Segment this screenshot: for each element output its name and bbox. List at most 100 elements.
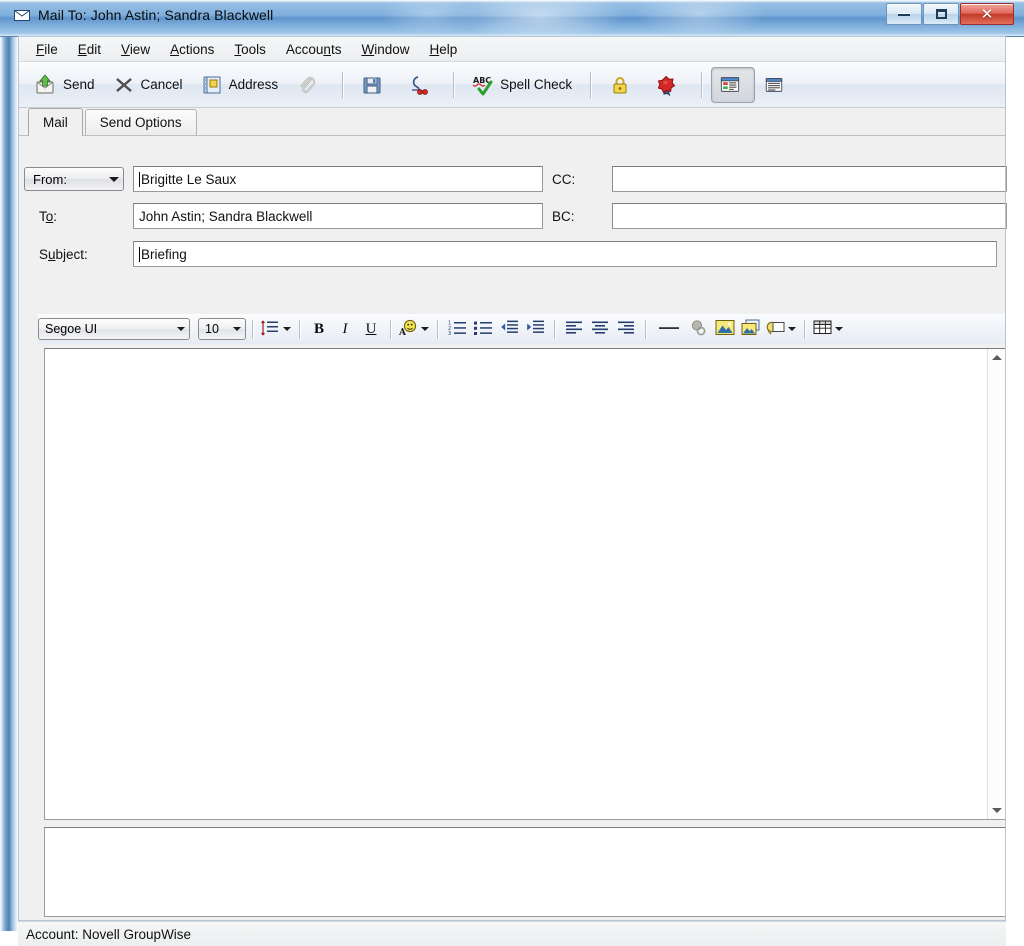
insert-image-button[interactable] bbox=[712, 316, 738, 342]
address-button-label: Address bbox=[228, 77, 279, 92]
font-family-combo[interactable]: Segoe UI bbox=[38, 318, 190, 340]
address-book-icon bbox=[201, 74, 223, 96]
cancel-button[interactable]: Cancel bbox=[104, 67, 192, 103]
chevron-down-icon bbox=[109, 176, 119, 182]
encrypt-button[interactable] bbox=[600, 67, 646, 103]
from-combo[interactable]: From: bbox=[24, 167, 124, 191]
format-separator-1 bbox=[252, 319, 253, 339]
chevron-down-icon bbox=[177, 327, 185, 331]
horizontal-line-icon bbox=[658, 320, 680, 339]
format-separator-7 bbox=[804, 319, 805, 339]
font-color-button[interactable]: A bbox=[397, 316, 431, 342]
envelope-icon bbox=[14, 9, 30, 21]
line-spacing-button[interactable] bbox=[259, 316, 293, 342]
menu-item-accounts[interactable]: Accounts bbox=[276, 38, 352, 60]
align-right-icon bbox=[617, 320, 635, 339]
menu-item-file[interactable]: File bbox=[26, 38, 68, 60]
minimize-button[interactable] bbox=[886, 3, 922, 25]
signature-icon bbox=[407, 74, 429, 96]
digital-sign-button[interactable] bbox=[646, 67, 692, 103]
maximize-button[interactable] bbox=[923, 3, 959, 25]
menu-item-view[interactable]: View bbox=[111, 38, 160, 60]
align-left-button[interactable] bbox=[561, 316, 587, 342]
from-combo-label: From: bbox=[33, 171, 67, 187]
subject-input[interactable]: Briefing bbox=[133, 241, 997, 267]
decrease-indent-icon bbox=[500, 319, 519, 339]
to-input[interactable]: John Astin; Sandra Blackwell bbox=[133, 203, 543, 229]
paperclip-icon bbox=[296, 74, 318, 96]
image-properties-button[interactable] bbox=[738, 316, 764, 342]
save-draft-button[interactable] bbox=[352, 67, 398, 103]
menu-item-help[interactable]: Help bbox=[419, 38, 467, 60]
text-wrap-button[interactable] bbox=[764, 316, 798, 342]
tab-strip: Mail Send Options bbox=[18, 108, 1006, 136]
align-center-button[interactable] bbox=[587, 316, 613, 342]
italic-button[interactable]: I bbox=[332, 316, 358, 342]
numbered-list-button[interactable]: 1 2 3 bbox=[444, 316, 470, 342]
attach-file-button[interactable] bbox=[287, 67, 333, 103]
title-bar[interactable]: Mail To: John Astin; Sandra Blackwell ✕ bbox=[0, 0, 1024, 37]
bc-input[interactable] bbox=[612, 203, 1007, 229]
chevron-down-icon bbox=[233, 327, 241, 331]
cc-input[interactable] bbox=[612, 166, 1007, 192]
close-icon: ✕ bbox=[980, 4, 994, 23]
view-html-button[interactable] bbox=[711, 66, 756, 103]
floppy-save-icon bbox=[361, 74, 383, 96]
send-button[interactable]: Send bbox=[26, 67, 104, 103]
tab-mail[interactable]: Mail bbox=[28, 108, 83, 136]
from-row: From: Brigitte Le Saux CC: bbox=[24, 166, 1007, 192]
svg-text:3: 3 bbox=[448, 331, 451, 336]
italic-label: I bbox=[342, 320, 348, 337]
chevron-down-icon bbox=[283, 327, 291, 331]
tab-send-options[interactable]: Send Options bbox=[84, 109, 197, 135]
toolbar-separator-3 bbox=[590, 71, 592, 98]
align-right-button[interactable] bbox=[613, 316, 639, 342]
to-row: To: John Astin; Sandra Blackwell BC: bbox=[24, 203, 1007, 229]
attachment-pane[interactable] bbox=[44, 827, 1006, 917]
increase-indent-button[interactable] bbox=[522, 316, 548, 342]
menu-item-edit[interactable]: Edit bbox=[68, 38, 111, 60]
font-color-icon: A bbox=[398, 319, 419, 340]
bc-label: BC: bbox=[552, 208, 575, 224]
maximize-icon bbox=[935, 9, 947, 19]
bulleted-list-button[interactable] bbox=[470, 316, 496, 342]
spell-check-button[interactable]: ABC Spell Check bbox=[463, 67, 581, 103]
format-separator-2 bbox=[299, 319, 300, 339]
minimize-icon bbox=[898, 12, 910, 16]
format-separator-5 bbox=[554, 319, 555, 339]
wax-seal-icon bbox=[655, 74, 677, 96]
address-button[interactable]: Address bbox=[192, 67, 288, 103]
message-body-container bbox=[44, 348, 1006, 820]
decrease-indent-button[interactable] bbox=[496, 316, 522, 342]
menu-item-actions[interactable]: Actions bbox=[160, 38, 224, 60]
view-plain-button[interactable] bbox=[755, 67, 799, 103]
send-button-label: Send bbox=[63, 77, 95, 92]
padlock-icon bbox=[609, 74, 631, 96]
menu-item-tools[interactable]: Tools bbox=[224, 38, 276, 60]
close-button[interactable]: ✕ bbox=[960, 3, 1014, 25]
numbered-list-icon: 1 2 3 bbox=[448, 319, 467, 339]
bold-button[interactable]: B bbox=[306, 316, 332, 342]
message-body-scrollbar[interactable] bbox=[987, 349, 1005, 819]
scroll-up-button[interactable] bbox=[988, 349, 1005, 366]
scroll-down-button[interactable] bbox=[988, 802, 1005, 819]
scroll-down-arrow-icon bbox=[991, 808, 1002, 813]
cc-label: CC: bbox=[552, 171, 576, 187]
toolbar-separator-1 bbox=[342, 71, 344, 98]
format-separator-4 bbox=[437, 319, 438, 339]
message-header-form: From: Brigitte Le Saux CC: To: John Asti… bbox=[18, 136, 1007, 312]
table-button[interactable] bbox=[811, 316, 845, 342]
signature-button[interactable] bbox=[398, 67, 444, 103]
horizontal-line-button[interactable] bbox=[652, 316, 686, 342]
tab-send-options-label: Send Options bbox=[99, 115, 182, 130]
from-input[interactable]: Brigitte Le Saux bbox=[133, 166, 543, 192]
application-window: Mail To: John Astin; Sandra Blackwell ✕ … bbox=[0, 0, 1024, 946]
insert-image-icon bbox=[715, 319, 735, 339]
menu-item-window[interactable]: Window bbox=[351, 38, 419, 60]
message-body-editor[interactable] bbox=[45, 349, 987, 819]
underline-button[interactable]: U bbox=[358, 316, 384, 342]
align-center-icon bbox=[591, 320, 609, 339]
link-button[interactable] bbox=[686, 316, 712, 342]
font-size-combo[interactable]: 10 bbox=[198, 318, 246, 340]
plain-view-icon bbox=[764, 75, 784, 95]
